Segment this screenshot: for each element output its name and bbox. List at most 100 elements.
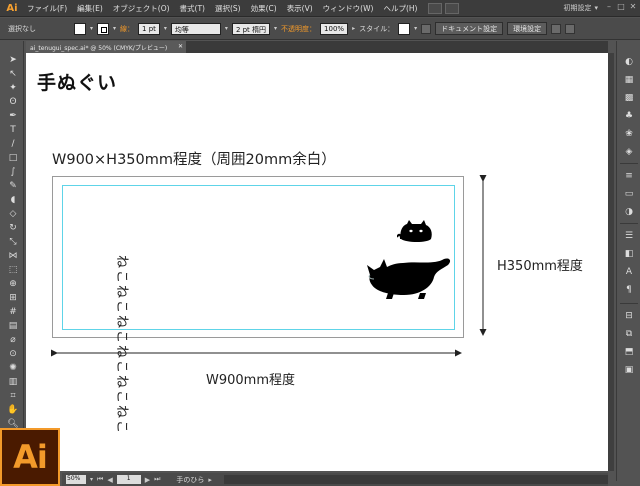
pen-tool-icon[interactable]: ✒ — [7, 111, 19, 121]
document-tab[interactable]: ai_tenugui_spec.ai* @ 50% (CMYK/プレビュー) — [26, 41, 186, 53]
arrange-documents-icon[interactable] — [445, 2, 460, 14]
character-panel-icon[interactable]: A — [623, 267, 635, 277]
selection-tool-icon[interactable]: ➤ — [7, 55, 19, 65]
brush-dropdown-icon[interactable]: ▾ — [274, 25, 277, 32]
menu-window[interactable]: ウィンドウ(W) — [318, 3, 379, 14]
line-tool-icon[interactable]: / — [7, 139, 19, 149]
bridge-icon[interactable] — [428, 2, 443, 14]
first-artboard-icon[interactable]: ⏮ — [97, 475, 103, 484]
zoom-level-field[interactable]: 50% — [66, 475, 86, 484]
stroke-swatch[interactable] — [97, 22, 110, 35]
maximize-icon[interactable]: □ — [617, 3, 625, 11]
vertical-scrollbar[interactable] — [608, 53, 614, 471]
style-dropdown-icon[interactable]: ▾ — [414, 25, 417, 32]
minimize-icon[interactable]: – — [605, 3, 613, 11]
width-tool-icon[interactable]: ⋈ — [7, 251, 19, 261]
free-transform-tool-icon[interactable]: ⬚ — [7, 265, 19, 275]
magic-wand-tool-icon[interactable]: ✦ — [7, 83, 19, 93]
opacity-dropdown-icon[interactable]: ▸ — [352, 25, 355, 32]
menu-effect[interactable]: 効果(C) — [246, 3, 282, 14]
stroke-weight-dropdown-icon[interactable]: ▾ — [164, 25, 167, 32]
recolor-artwork-icon[interactable] — [421, 23, 432, 34]
artboard-canvas[interactable]: 手ぬぐい W900×H350mm程度（周囲20mm余白） ねこねこねこねこねこね… — [26, 53, 608, 471]
menu-select[interactable]: 選択(S) — [210, 3, 246, 14]
panel-menu-icon[interactable] — [565, 23, 576, 34]
symbol-sprayer-tool-icon[interactable]: ✺ — [7, 363, 19, 373]
swatches-icon[interactable]: ▩ — [623, 93, 635, 103]
eyedropper-tool-icon[interactable]: ⌀ — [7, 335, 19, 345]
zoom-dropdown-icon[interactable]: ▾ — [90, 476, 93, 483]
gradient-panel-icon[interactable]: ▭ — [623, 189, 635, 199]
graphic-styles-icon[interactable]: ◈ — [623, 147, 635, 157]
perspective-grid-tool-icon[interactable]: ⊞ — [7, 293, 19, 303]
previous-artboard-icon[interactable]: ◀ — [107, 476, 112, 484]
type-tool-icon[interactable]: T — [7, 125, 19, 135]
lasso-tool-icon[interactable]: ʘ — [7, 97, 19, 107]
menu-help[interactable]: ヘルプ(H) — [378, 3, 422, 14]
rectangle-tool-icon[interactable]: □ — [7, 153, 19, 163]
control-bar: 選択なし ▾ ▾ 線： 1 pt ▾ 均等 ▾ 2 pt 楕円 ▾ 不透明度： … — [0, 18, 640, 40]
document-tab-strip: ai_tenugui_spec.ai* @ 50% (CMYK/プレビュー) ✕ — [26, 41, 608, 53]
illustrator-logo: Ai — [0, 428, 60, 486]
color-guide-icon[interactable]: ▦ — [623, 75, 635, 85]
mesh-tool-icon[interactable]: # — [7, 307, 19, 317]
height-dimension-label: H350mm程度 — [497, 259, 583, 274]
preferences-button[interactable]: 環境設定 — [507, 22, 548, 35]
workspace-switcher[interactable]: 初期設定 — [563, 3, 598, 13]
shape-builder-tool-icon[interactable]: ⊕ — [7, 279, 19, 289]
brush-definition[interactable]: 2 pt 楕円 — [231, 22, 271, 35]
layers-panel-icon[interactable]: ◧ — [623, 249, 635, 259]
menu-view[interactable]: 表示(V) — [282, 3, 318, 14]
gradient-tool-icon[interactable]: ▤ — [7, 321, 19, 331]
status-menu-icon[interactable]: ▸ — [208, 476, 212, 484]
stroke-dropdown-icon[interactable]: ▾ — [113, 25, 116, 32]
rotate-tool-icon[interactable]: ↻ — [7, 223, 19, 233]
blob-brush-tool-icon[interactable]: ◖ — [7, 195, 19, 205]
variable-width-profile[interactable]: 均等 — [170, 22, 221, 35]
menu-file[interactable]: ファイル(F) — [22, 3, 72, 14]
blend-tool-icon[interactable]: ⊙ — [7, 349, 19, 359]
symbols-icon[interactable]: ❀ — [623, 129, 635, 139]
transform-panel-icon[interactable]: ⬒ — [623, 347, 635, 357]
horizontal-scrollbar[interactable] — [223, 475, 608, 484]
fill-swatch[interactable] — [74, 22, 86, 35]
transparency-panel-icon[interactable]: ◑ — [623, 207, 635, 217]
stroke-label[interactable]: 線： — [120, 24, 134, 34]
tab-close-icon[interactable]: ✕ — [178, 43, 183, 50]
artboards-panel-icon[interactable]: ▣ — [623, 365, 635, 375]
close-icon[interactable]: ✕ — [629, 3, 637, 11]
style-label: スタイル： — [359, 24, 395, 33]
paintbrush-tool-icon[interactable]: ∫ — [7, 167, 19, 177]
menu-type[interactable]: 書式(T) — [175, 3, 210, 14]
stroke-weight-field[interactable]: 1 pt — [138, 22, 160, 35]
artboard-tool-icon[interactable]: ⌗ — [7, 391, 19, 401]
document-tab-title: ai_tenugui_spec.ai* @ 50% (CMYK/プレビュー) — [30, 45, 168, 52]
scale-tool-icon[interactable]: ⤡ — [7, 237, 19, 247]
pathfinder-panel-icon[interactable]: ⧉ — [623, 329, 635, 339]
arrange-icon[interactable] — [551, 23, 562, 34]
align-panel-icon[interactable]: ⊟ — [623, 311, 635, 321]
last-artboard-icon[interactable]: ⏭ — [154, 475, 160, 484]
artboard-number-field[interactable]: 1 — [116, 475, 141, 484]
eraser-tool-icon[interactable]: ◇ — [7, 209, 19, 219]
menu-bar: Ai ファイル(F) 編集(E) オブジェクト(O) 書式(T) 選択(S) 効… — [0, 0, 640, 17]
hand-tool-icon[interactable]: ✋ — [7, 405, 19, 415]
column-graph-tool-icon[interactable]: ▥ — [7, 377, 19, 387]
menu-object[interactable]: オブジェクト(O) — [108, 3, 175, 14]
brushes-icon[interactable]: ♣ — [623, 111, 635, 121]
opacity-label[interactable]: 不透明度： — [281, 24, 316, 34]
fill-dropdown-icon[interactable]: ▾ — [90, 25, 93, 32]
direct-selection-tool-icon[interactable]: ↖ — [7, 69, 19, 79]
paragraph-panel-icon[interactable]: ¶ — [623, 285, 635, 295]
document-setup-button[interactable]: ドキュメント設定 — [435, 22, 504, 35]
graphic-style-swatch[interactable] — [398, 22, 411, 35]
menu-edit[interactable]: 編集(E) — [72, 3, 108, 14]
appearance-panel-icon[interactable]: ☰ — [623, 231, 635, 241]
color-panel-icon[interactable]: ◐ — [623, 57, 635, 67]
profile-dropdown-icon[interactable]: ▾ — [225, 25, 228, 32]
next-artboard-icon[interactable]: ▶ — [145, 476, 150, 484]
stroke-panel-icon[interactable]: ≡ — [623, 171, 635, 181]
app-icon[interactable]: Ai — [2, 1, 22, 16]
opacity-field[interactable]: 100% — [320, 22, 349, 35]
pencil-tool-icon[interactable]: ✎ — [7, 181, 19, 191]
